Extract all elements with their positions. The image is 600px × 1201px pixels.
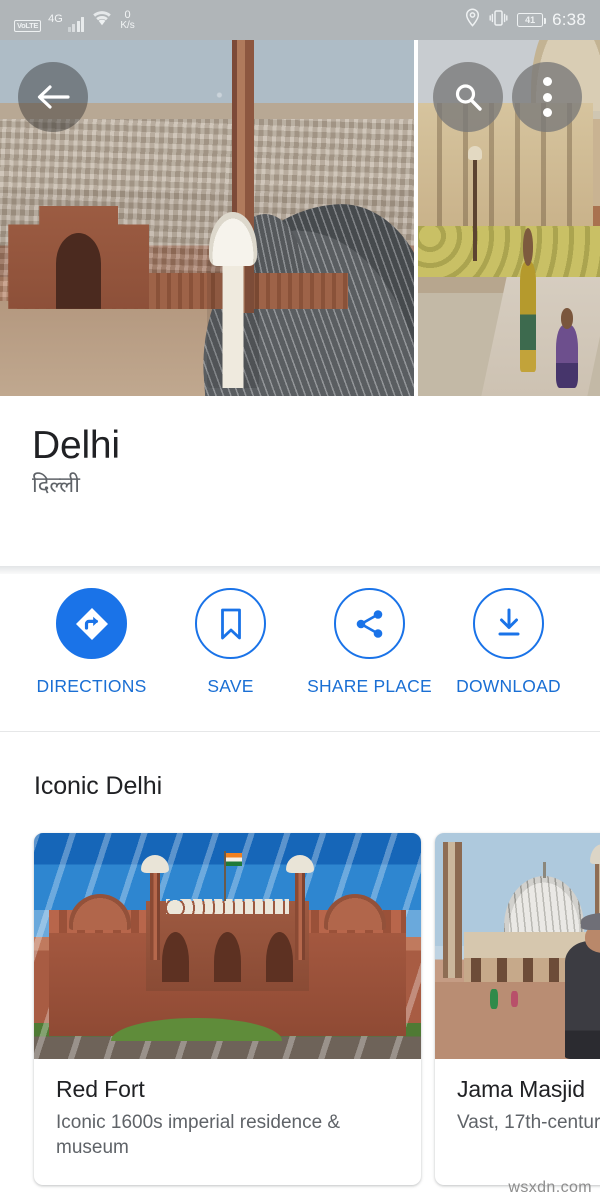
hero-photo-secretariat-building[interactable] (418, 0, 600, 396)
data-rate-indicator: 0 K/s (120, 8, 135, 31)
share-place-button[interactable]: SHARE PLACE (300, 588, 439, 697)
iconic-card-carousel[interactable]: Red Fort Iconic 1600s imperial residence… (34, 833, 600, 1185)
vibrate-icon (489, 9, 508, 32)
iconic-section-title: Iconic Delhi (34, 772, 163, 800)
data-rate-value: 0 (124, 8, 131, 21)
share-icon (356, 609, 382, 638)
overflow-menu-icon (542, 74, 552, 120)
signal-strength-icon (67, 16, 85, 32)
download-icon (498, 608, 519, 635)
download-button-label: DOWNLOAD (456, 676, 561, 696)
data-rate-unit: K/s (120, 19, 135, 31)
jama-masjid-photo (435, 833, 600, 1059)
volte-icon: VoLTE (14, 20, 42, 32)
iconic-card-description: Iconic 1600s imperial residence & museum (56, 1112, 341, 1159)
directions-button-label: DIRECTIONS (36, 676, 147, 696)
clock-label: 6:38 (552, 10, 586, 29)
search-button[interactable] (433, 62, 503, 132)
directions-button[interactable]: DIRECTIONS (22, 588, 161, 697)
iconic-card-jama-masjid[interactable]: Jama Masjid Vast, 17th-century mosque (435, 833, 600, 1185)
page-title: Delhi (32, 424, 120, 467)
place-local-name: दिल्ली (32, 471, 80, 497)
watermark-label: wsxdn.com (508, 1179, 592, 1196)
iconic-card-red-fort[interactable]: Red Fort Iconic 1600s imperial residence… (34, 833, 421, 1185)
back-arrow-icon (37, 85, 70, 109)
download-button[interactable]: DOWNLOAD (439, 588, 578, 697)
location-pin-icon (465, 8, 480, 32)
save-button-label: SAVE (207, 676, 254, 696)
place-title-block: Delhi दिल्ली (0, 396, 600, 498)
back-button[interactable] (18, 62, 88, 132)
directions-icon (75, 607, 108, 640)
status-bar: VoLTE 4G 0 K/s 41 6:38 (0, 0, 600, 40)
iconic-card-title: Red Fort (56, 1076, 145, 1102)
red-fort-photo (34, 833, 421, 1059)
download-button-circle (473, 588, 544, 659)
directions-button-circle (56, 588, 127, 659)
bookmark-icon (220, 608, 241, 639)
network-type-label: 4G (48, 12, 63, 25)
overflow-menu-button[interactable] (512, 62, 582, 132)
save-button[interactable]: SAVE (161, 588, 300, 697)
action-button-row: DIRECTIONS SAVE SHARE PLACE DOWNLOAD (0, 588, 600, 697)
iconic-card-title: Jama Masjid (457, 1076, 585, 1102)
search-icon (455, 84, 482, 111)
section-divider-thick (0, 566, 600, 574)
battery-indicator: 41 (517, 13, 547, 27)
red-fort-card-body: Red Fort Iconic 1600s imperial residence… (34, 1059, 421, 1185)
hero-photo-gallery[interactable] (0, 0, 600, 396)
hero-photo-jama-masjid-aerial[interactable] (0, 0, 414, 396)
place-details-screen: VoLTE 4G 0 K/s 41 6:38 Delhi दिल्ली DIRE… (0, 0, 600, 1201)
wifi-icon (91, 9, 113, 31)
section-divider-thin (0, 731, 600, 732)
save-button-circle (195, 588, 266, 659)
share-place-button-circle (334, 588, 405, 659)
share-place-button-label: SHARE PLACE (307, 676, 432, 696)
battery-percent-label: 41 (525, 14, 536, 25)
iconic-card-description: Vast, 17th-century mosque (457, 1112, 600, 1133)
jama-masjid-card-body: Jama Masjid Vast, 17th-century mosque (435, 1059, 600, 1159)
